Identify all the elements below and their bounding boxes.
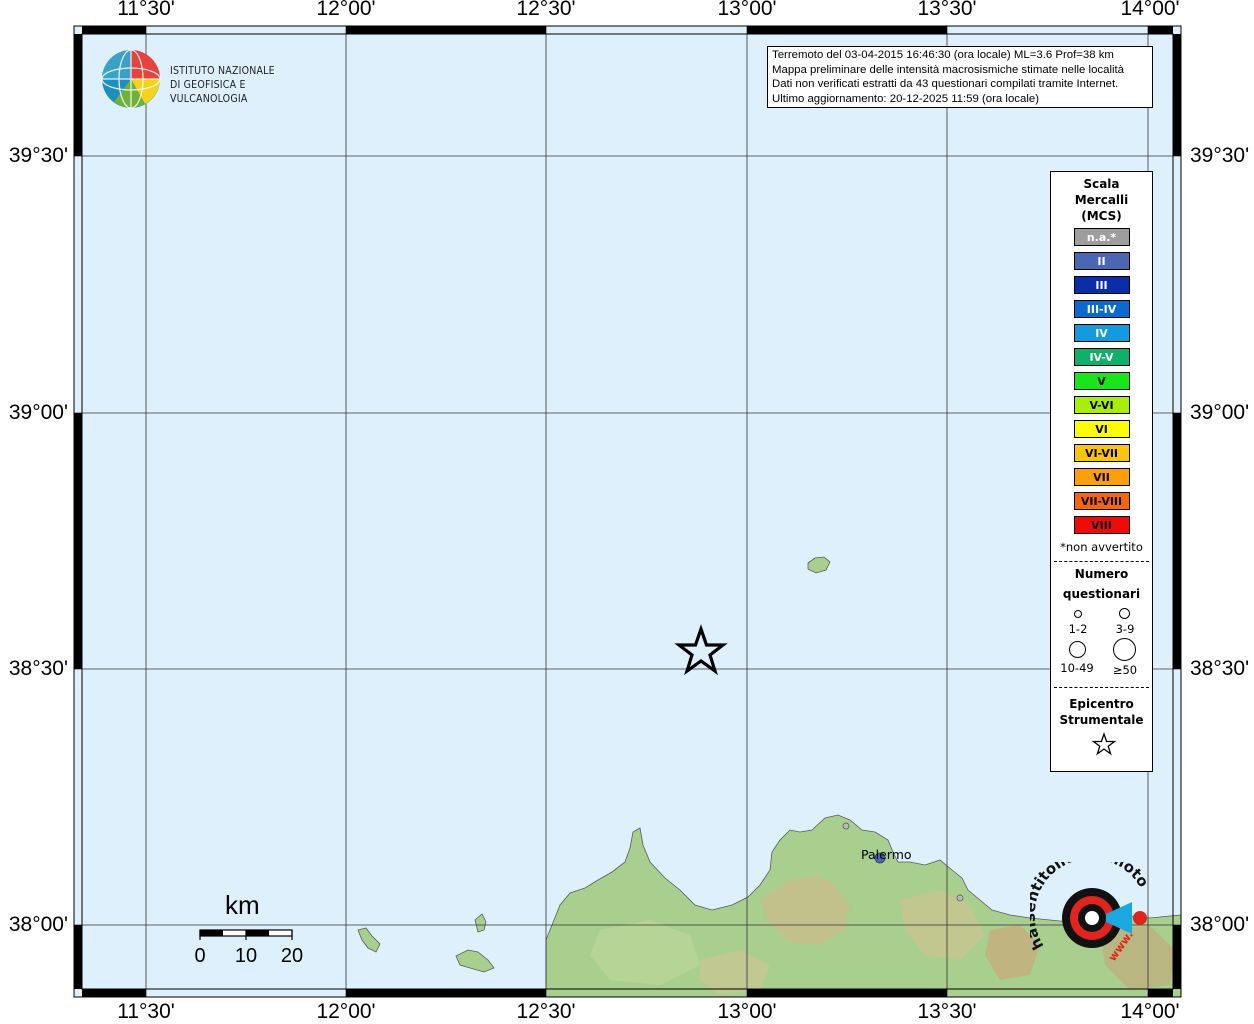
lat-label: 39°00'	[1190, 401, 1250, 424]
event-info-line: Mappa preliminare delle intensità macros…	[772, 63, 1125, 76]
legend-title-line: (MCS)	[1081, 209, 1122, 223]
intensity-swatch: V-VI	[1073, 396, 1130, 414]
globe-icon	[101, 49, 161, 109]
size-label: 10-49	[1060, 661, 1094, 675]
legend-divider	[1054, 687, 1149, 688]
intensity-swatch: V	[1073, 372, 1130, 390]
questionnaire-size-key: 1-2 3-9 10-49 ≥50	[1051, 604, 1152, 680]
lat-label: 39°30'	[8, 144, 68, 167]
hsi-logo[interactable]: haisentitoilterremoto.it www.	[1021, 845, 1160, 980]
scale-tick-label: 20	[280, 945, 304, 967]
legend-subtitle-line: Epicentro	[1069, 697, 1134, 711]
lon-label: 11°30'	[117, 0, 175, 20]
size-circle-icon	[1119, 608, 1130, 619]
lat-label: 38°30'	[8, 657, 68, 680]
lon-label: 11°30'	[117, 1000, 175, 1023]
size-circle-icon	[1069, 641, 1086, 658]
lon-label: 12°00'	[316, 0, 376, 20]
size-label: 1-2	[1068, 622, 1088, 636]
intensity-swatch: III	[1073, 276, 1130, 294]
scale-tick-label: 10	[234, 945, 258, 967]
legend-title: Scala Mercalli (MCS)	[1051, 176, 1152, 224]
intensity-swatch: IV	[1073, 324, 1130, 342]
intensity-swatch: n.a.*	[1073, 228, 1130, 246]
lon-label: 14°00'	[1120, 0, 1180, 20]
legend-subtitle: Epicentro Strumentale	[1051, 696, 1152, 728]
place-marker	[842, 822, 850, 830]
legend-subtitle-line: questionari	[1062, 587, 1141, 601]
ingv-logo[interactable]: ISTITUTO NAZIONALE DI GEOFISICA E VULCAN…	[100, 48, 320, 110]
intensity-swatch: VI-VII	[1073, 444, 1130, 462]
legend: Scala Mercalli (MCS) n.a.* II III III-IV IV I…	[1050, 171, 1153, 772]
intensity-swatch: VI	[1073, 420, 1130, 438]
lat-label: 39°00'	[8, 401, 68, 424]
event-info-line: Ultimo aggiornamento: 20-12-2025 11:59 (…	[772, 92, 1039, 105]
lon-label: 13°00'	[717, 1000, 777, 1023]
size-label: 3-9	[1115, 622, 1135, 636]
scale-unit: km	[225, 890, 260, 920]
legend-note: *non avvertito	[1060, 540, 1143, 554]
intensity-swatch: VII-VIII	[1073, 492, 1130, 510]
intensity-swatch: IV-V	[1073, 348, 1130, 366]
legend-title-line: Mercalli	[1074, 193, 1129, 207]
place-marker	[956, 894, 964, 902]
lon-label: 12°30'	[516, 1000, 576, 1023]
lon-label: 13°00'	[717, 0, 777, 20]
intensity-swatches: n.a.* II III III-IV IV IV-V V V-VI VI VI-VII VII VI…	[1051, 228, 1152, 534]
intensity-swatch: III-IV	[1073, 300, 1130, 318]
lat-label: 38°00'	[8, 913, 68, 936]
scale-tick-label: 0	[194, 945, 206, 967]
legend-divider	[1054, 561, 1149, 562]
logo-line: DI GEOFISICA E VULCANOLOGIA	[170, 79, 248, 105]
legend-title-line: Scala	[1083, 177, 1120, 191]
legend-subtitle-line: Numero	[1074, 567, 1129, 581]
lon-label: 12°00'	[316, 1000, 376, 1023]
size-label: ≥50	[1112, 663, 1138, 677]
place-label-palermo: Palermo	[861, 847, 912, 862]
lon-label: 13°30'	[917, 1000, 977, 1023]
logo-line: ISTITUTO NAZIONALE	[170, 65, 275, 77]
sea-area	[74, 26, 1181, 997]
epicenter-legend-star-icon	[1091, 732, 1117, 756]
lon-label: 12°30'	[516, 0, 576, 20]
size-circle-icon	[1074, 610, 1082, 618]
hsi-target-icon: haisentitoilterremoto.it www.	[1021, 845, 1153, 964]
scale-bar: km 0 10 20	[190, 890, 320, 970]
ingv-logo-text: ISTITUTO NAZIONALE DI GEOFISICA E VULCAN…	[170, 64, 320, 106]
lat-label: 39°30'	[1190, 144, 1250, 167]
lon-label: 14°00'	[1120, 1000, 1180, 1023]
intensity-swatch: II	[1073, 252, 1130, 270]
size-circle-icon	[1113, 638, 1136, 661]
event-info-line: Dati non verificati estratti da 43 quest…	[772, 78, 1119, 90]
lon-label: 13°30'	[917, 0, 977, 20]
intensity-swatch: VIII	[1073, 516, 1130, 534]
lat-label: 38°00'	[1190, 913, 1250, 936]
event-info-box: Terremoto del 03-04-2015 16:46:30 (ora l…	[767, 46, 1153, 108]
lat-label: 38°30'	[1190, 657, 1250, 680]
legend-subtitle-line: Strumentale	[1059, 713, 1144, 727]
intensity-swatch: VII	[1073, 468, 1130, 486]
legend-subtitle: Numero questionari	[1051, 564, 1152, 604]
event-info-line: Terremoto del 03-04-2015 16:46:30 (ora l…	[772, 49, 1114, 61]
scale-bar-graphic	[199, 929, 293, 940]
